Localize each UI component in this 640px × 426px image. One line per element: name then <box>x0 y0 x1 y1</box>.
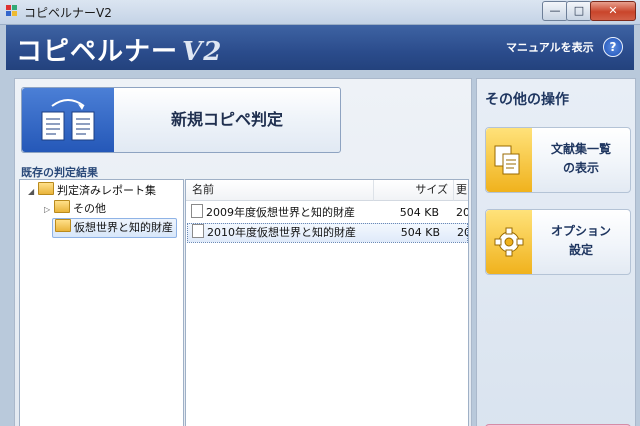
new-check-button[interactable]: 新規コピペ判定 <box>21 87 341 153</box>
column-header-name[interactable]: 名前 <box>186 180 374 201</box>
minimize-button[interactable]: — <box>542 1 568 21</box>
close-button[interactable]: ✕ <box>590 1 636 21</box>
file-size-cell: 504 KB <box>399 206 439 219</box>
help-icon[interactable]: ? <box>603 37 623 57</box>
new-check-label: 新規コピペ判定 <box>170 110 283 129</box>
expand-arrow-icon[interactable]: ◢ <box>28 183 38 201</box>
sidebar-title: その他の操作 <box>485 92 569 108</box>
maximize-button[interactable]: □ <box>566 1 592 21</box>
tree-item-label: 判定済みレポート集 <box>57 184 156 197</box>
folder-icon <box>55 219 71 232</box>
file-list[interactable]: 名前 サイズ 更 2009年度仮想世界と知的財産 504 KB 20 2010年… <box>185 179 469 426</box>
sidebar-panel: その他の操作 文献集一覧 の表示 オプション 設定 <box>476 78 636 426</box>
file-icon <box>191 204 203 218</box>
manual-link[interactable]: マニュアルを表示 <box>506 39 594 55</box>
main-panel: 新規コピペ判定 既存の判定結果 ◢ 判定済みレポート集 ▷ その他 仮想世界と知的財… <box>14 78 472 426</box>
file-icon <box>192 224 204 238</box>
folder-tree[interactable]: ◢ 判定済みレポート集 ▷ その他 仮想世界と知的財産 <box>19 179 184 426</box>
folder-icon <box>54 200 70 213</box>
collapse-arrow-icon[interactable]: ▷ <box>44 201 54 219</box>
tree-item-label: 仮想世界と知的財産 <box>74 221 173 234</box>
results-section-label: 既存の判定結果 <box>21 166 98 179</box>
app-icon <box>6 5 17 16</box>
folder-icon <box>38 182 54 195</box>
column-header-date[interactable]: 更 <box>454 180 468 201</box>
app-logo: コピペルナー V2 <box>16 31 222 68</box>
compare-documents-icon <box>22 88 114 152</box>
file-name-cell: 2010年度仮想世界と知的財産 <box>188 224 356 242</box>
title-bar: コピペルナーV2 — □ ✕ <box>0 0 640 25</box>
file-date-cell: 20 <box>456 206 469 219</box>
logo-version: V2 <box>182 37 223 67</box>
gear-icon <box>486 210 532 274</box>
options-button[interactable]: オプション 設定 <box>485 209 631 275</box>
file-date-cell: 20 <box>457 226 468 239</box>
file-name-cell: 2009年度仮想世界と知的財産 <box>187 204 355 222</box>
header-banner: コピペルナー V2 マニュアルを表示 ? <box>6 25 634 70</box>
tree-item-label: その他 <box>73 202 106 215</box>
app-window: コピペルナーV2 — □ ✕ コピペルナー V2 マニュアルを表示 ? 新規コピ… <box>0 0 640 426</box>
tree-item-reports[interactable]: ◢ 判定済みレポート集 <box>28 182 156 200</box>
bibliography-list-label: 文献集一覧 の表示 <box>550 142 611 175</box>
file-row-selected[interactable]: 2010年度仮想世界と知的財産 504 KB 20 <box>187 223 468 243</box>
column-header-size[interactable]: サイズ <box>374 180 454 201</box>
tree-item-other[interactable]: ▷ その他 <box>44 200 106 218</box>
file-row[interactable]: 2009年度仮想世界と知的財産 504 KB 20 <box>187 204 469 222</box>
logo-main: コピペルナー <box>16 37 179 67</box>
options-label: オプション 設定 <box>550 224 611 257</box>
bibliography-list-button[interactable]: 文献集一覧 の表示 <box>485 127 631 193</box>
window-title: コピペルナーV2 <box>24 6 112 20</box>
file-size-cell: 504 KB <box>400 226 440 239</box>
documents-icon <box>486 128 532 192</box>
tree-item-virtual-world[interactable]: 仮想世界と知的財産 <box>52 218 177 238</box>
